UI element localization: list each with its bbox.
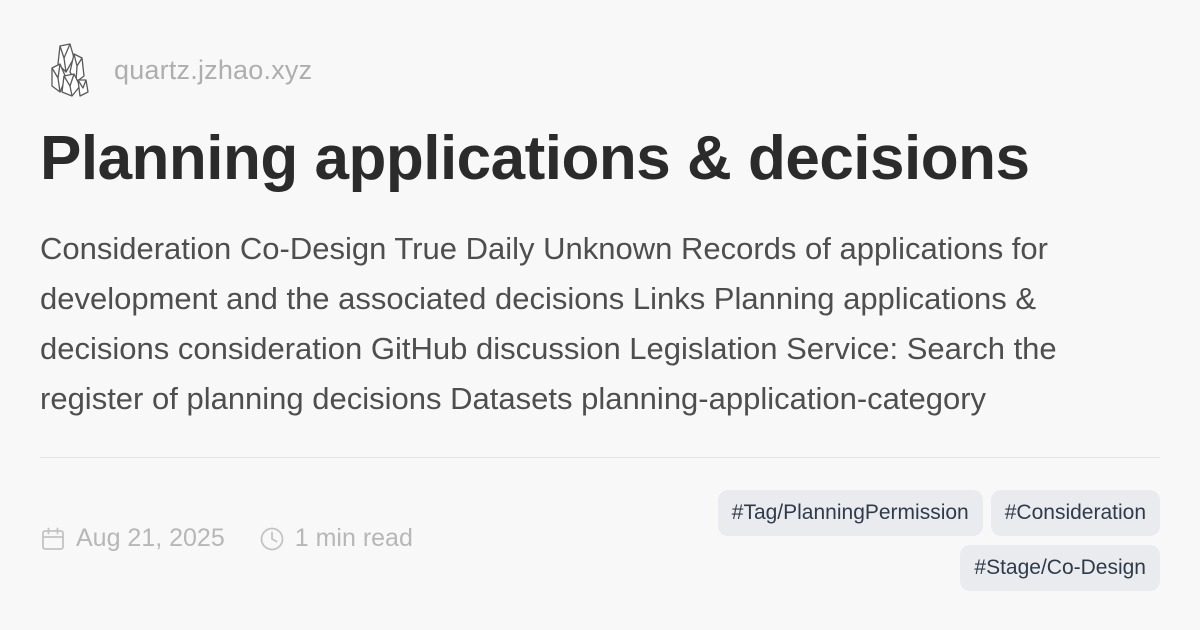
divider — [40, 457, 1160, 458]
publish-date: Aug 21, 2025 — [40, 524, 225, 553]
tag-consideration[interactable]: #Consideration — [990, 490, 1160, 536]
page-title: Planning applications & decisions — [40, 124, 1030, 193]
reading-time-text: 1 min read — [294, 524, 413, 552]
page-description: Consideration Co-Design True Daily Unkno… — [40, 231, 1057, 416]
page-meta: Aug 21, 2025 1 min read — [40, 524, 413, 553]
site-header: quartz.jzhao.xyz — [46, 40, 312, 100]
tag-list: #Tag/PlanningPermission #Consideration #… — [640, 490, 1160, 591]
tag-stage-co-design[interactable]: #Stage/Co-Design — [960, 545, 1160, 591]
site-url[interactable]: quartz.jzhao.xyz — [114, 55, 312, 86]
publish-date-text: Aug 21, 2025 — [76, 524, 225, 552]
calendar-icon — [42, 527, 64, 550]
crystal-cluster-logo-icon — [51, 43, 89, 97]
clock-icon — [260, 527, 284, 550]
reading-time: 1 min read — [259, 524, 413, 553]
og-card: quartz.jzhao.xyz Planning applications &… — [0, 0, 1200, 630]
tag-planning-permission[interactable]: #Tag/PlanningPermission — [717, 490, 983, 536]
